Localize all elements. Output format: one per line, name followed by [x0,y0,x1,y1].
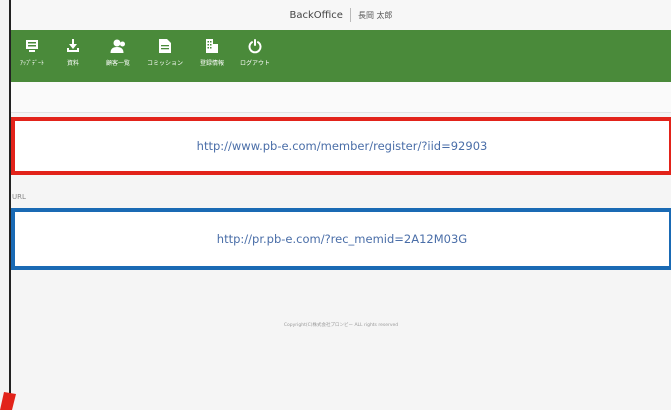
nav-item-registration[interactable]: 登録情報 [195,30,229,82]
users-icon [110,39,125,53]
nav-item-update[interactable]: ｱｯﾌﾟﾃﾞｰﾄ [11,30,53,82]
user-name: 長岡 太郎 [357,10,393,20]
main-nav: ｱｯﾌﾟﾃﾞｰﾄ 資料 顧客一覧 コミッション 登録情報 ログアウト [11,30,671,82]
power-icon [248,39,262,54]
nav-label: ｱｯﾌﾟﾃﾞｰﾄ [19,60,44,67]
nav-item-materials[interactable]: 資料 [59,30,87,82]
nav-label: コミッション [146,60,183,67]
browser-frame: BackOffice 長岡 太郎 ｱｯﾌﾟﾃﾞｰﾄ 資料 顧客一覧 コミッション… [9,0,671,410]
download-icon [67,39,79,52]
nav-label: 顧客一覧 [105,60,130,67]
title-separator [349,8,351,22]
register-url-box: http://www.pb-e.com/member/register/?iid… [11,117,671,175]
url-label: URL [12,193,26,201]
building-icon [206,39,218,53]
nav-label: 資料 [66,60,79,67]
rec-url-box: http://pr.pb-e.com/?rec_memid=2A12M03G [11,208,671,270]
nav-label: 登録情報 [199,60,224,67]
title-bar: BackOffice 長岡 太郎 [11,0,671,31]
red-arrow-icon [0,392,16,410]
monitor-icon [26,40,38,52]
nav-item-customers[interactable]: 顧客一覧 [101,30,135,82]
sub-header-strip [11,82,671,113]
footer-copyright: Copyright(C)株式会社プロンビー ALL rights reserve… [283,323,399,328]
nav-item-commission[interactable]: コミッション [143,30,187,82]
rec-url-link[interactable]: http://pr.pb-e.com/?rec_memid=2A12M03G [217,232,467,246]
nav-label: ログアウト [239,60,270,67]
document-icon [159,39,171,53]
nav-item-logout[interactable]: ログアウト [237,30,273,82]
app-name: BackOffice [289,9,343,21]
register-url-link[interactable]: http://www.pb-e.com/member/register/?iid… [197,139,488,153]
